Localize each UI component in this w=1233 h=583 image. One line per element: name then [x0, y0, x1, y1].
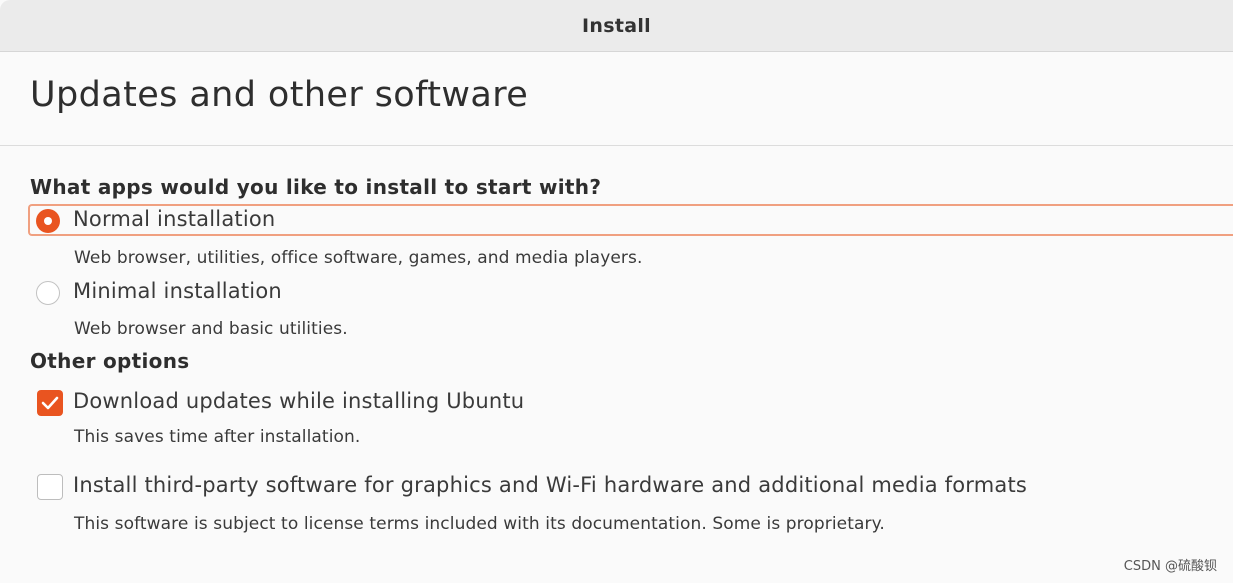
- apps-section-heading: What apps would you like to install to s…: [30, 175, 602, 199]
- page-header: Updates and other software: [0, 53, 1233, 146]
- window-title: Install: [582, 15, 651, 37]
- page-title: Updates and other software: [30, 75, 529, 115]
- title-bar: Install: [0, 0, 1233, 52]
- normal-installation-label[interactable]: Normal installation: [73, 207, 275, 231]
- minimal-installation-label[interactable]: Minimal installation: [73, 279, 282, 303]
- third-party-software-description: This software is subject to license term…: [74, 514, 885, 534]
- watermark: CSDN @硫酸钡: [1123, 559, 1217, 574]
- third-party-software-checkbox[interactable]: Install third-party software for graphic…: [28, 470, 1178, 502]
- checkbox-checked-icon[interactable]: [37, 390, 63, 416]
- third-party-software-label[interactable]: Install third-party software for graphic…: [73, 473, 1027, 497]
- normal-installation-description: Web browser, utilities, office software,…: [74, 248, 643, 268]
- download-updates-checkbox[interactable]: Download updates while installing Ubuntu: [28, 386, 728, 418]
- radio-selected-icon[interactable]: [36, 209, 60, 233]
- installer-window: Install Updates and other software What …: [0, 0, 1233, 583]
- minimal-installation-description: Web browser and basic utilities.: [74, 319, 348, 339]
- download-updates-description: This saves time after installation.: [74, 427, 361, 447]
- other-options-heading: Other options: [30, 349, 190, 373]
- checkbox-unchecked-icon[interactable]: [37, 474, 63, 500]
- radio-unselected-icon[interactable]: [36, 281, 60, 305]
- minimal-installation-radio[interactable]: Minimal installation: [28, 276, 428, 308]
- checkmark-icon: [41, 396, 59, 410]
- download-updates-label[interactable]: Download updates while installing Ubuntu: [73, 389, 524, 413]
- normal-installation-radio[interactable]: Normal installation: [28, 204, 1233, 236]
